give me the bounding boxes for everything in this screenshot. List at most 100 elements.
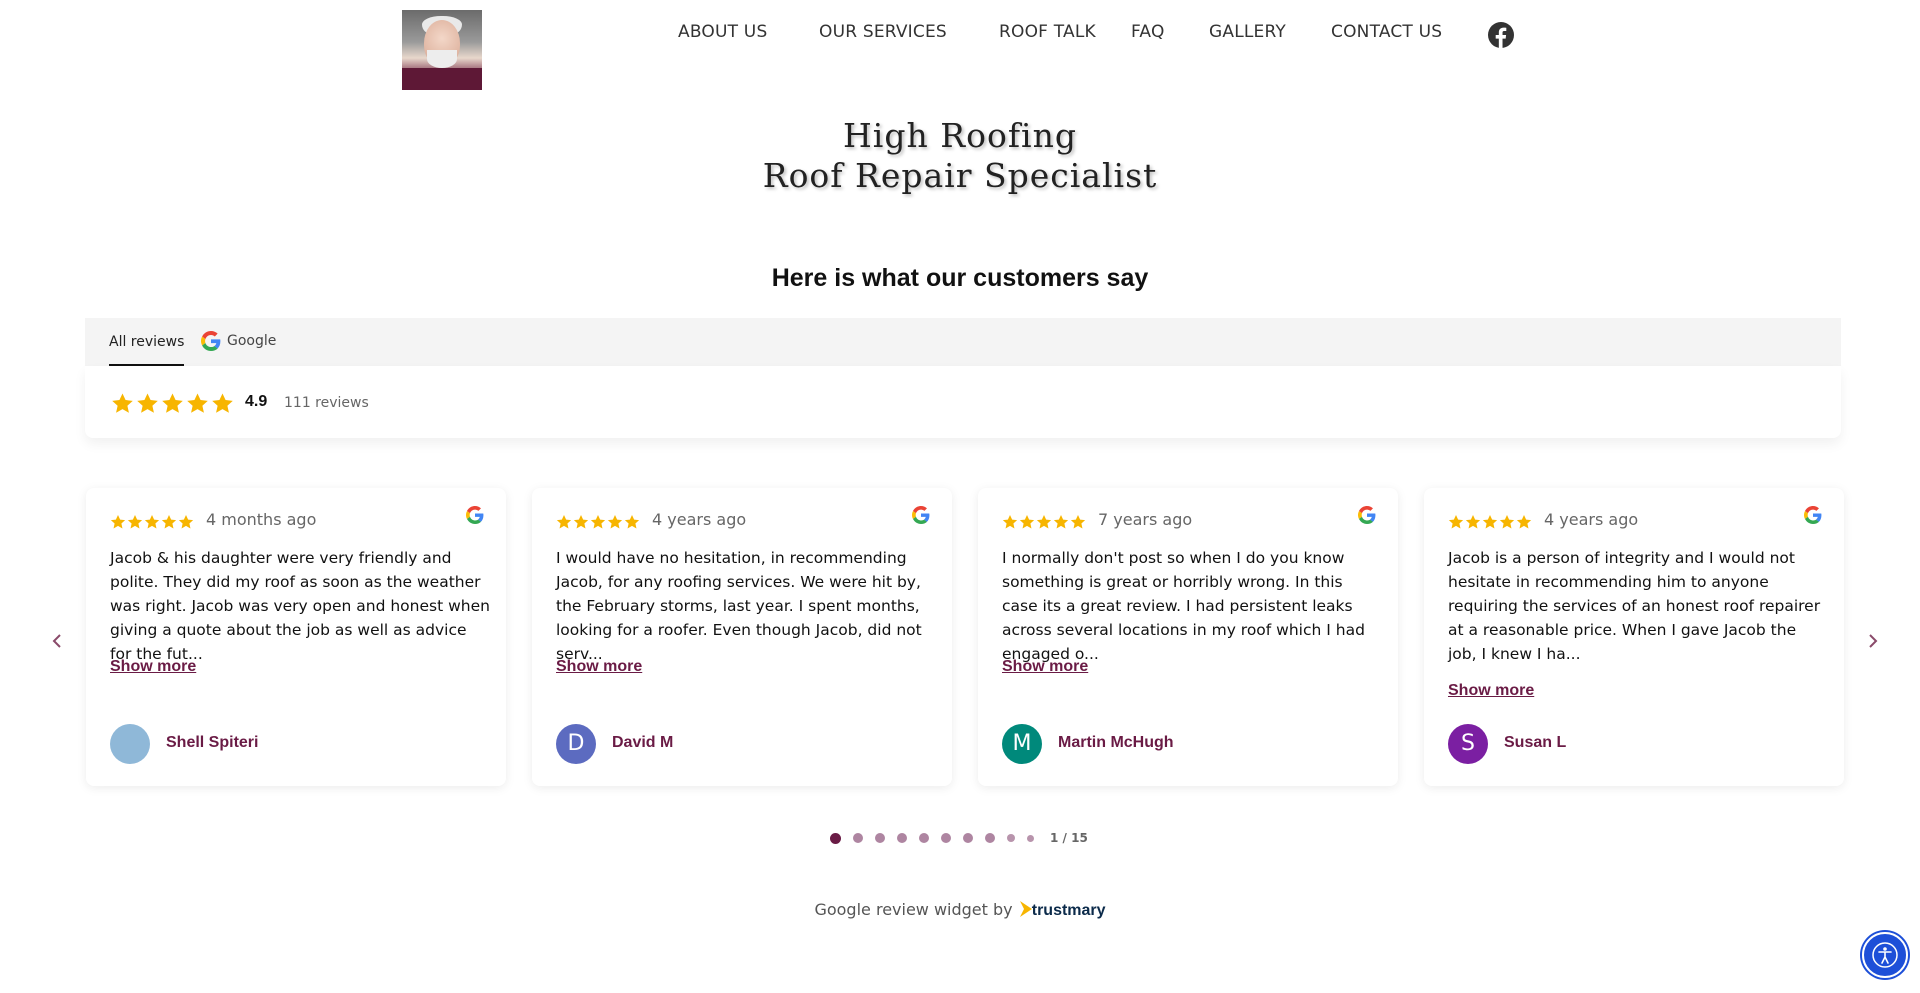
credit-brand: trustmary	[1031, 902, 1106, 919]
star-icon	[556, 515, 572, 529]
pager-dot[interactable]	[919, 833, 929, 843]
review-stars	[556, 514, 640, 530]
star-icon	[1448, 515, 1464, 529]
reviewer-name[interactable]: Shell Spiteri	[166, 734, 258, 752]
review-stars	[110, 514, 194, 530]
pager-dot[interactable]	[853, 833, 863, 843]
review-text: Jacob is a person of integrity and I wou…	[1448, 549, 1821, 663]
logo-shirt	[402, 68, 482, 90]
pager-dot[interactable]	[1007, 834, 1015, 842]
review-card: 4 years ago I would have no hesitation, i…	[532, 488, 952, 786]
star-icon	[1053, 515, 1069, 529]
logo-beard	[427, 50, 457, 68]
review-stars	[1448, 514, 1532, 530]
nav-about-us[interactable]: ABOUT US	[678, 22, 767, 42]
pager-dot[interactable]	[897, 833, 907, 843]
google-icon	[912, 506, 930, 524]
star-icon	[187, 393, 208, 413]
review-count: 111 reviews	[284, 395, 369, 411]
show-more-link[interactable]: Show more	[110, 658, 196, 676]
accessibility-icon	[1872, 942, 1898, 968]
star-icon	[1019, 515, 1035, 529]
google-icon	[466, 506, 484, 524]
star-icon	[212, 393, 233, 413]
star-icon	[590, 515, 606, 529]
star-icon	[178, 515, 194, 529]
nav-faq[interactable]: FAQ	[1131, 22, 1165, 42]
review-time: 4 years ago	[652, 510, 747, 529]
chevron-left-icon[interactable]	[48, 628, 66, 654]
tab-google-label: Google	[227, 333, 277, 349]
show-more-link[interactable]: Show more	[556, 658, 642, 676]
pager-dot[interactable]	[963, 833, 973, 843]
review-card: 4 months ago Jacob & his daughter were ve…	[86, 488, 506, 786]
star-icon	[161, 515, 177, 529]
google-icon	[1358, 506, 1376, 524]
star-icon	[624, 515, 640, 529]
star-icon	[607, 515, 623, 529]
reviewer-avatar	[110, 724, 150, 764]
reviewer-name[interactable]: David M	[612, 734, 673, 752]
reviewer-name[interactable]: Martin McHugh	[1058, 734, 1174, 752]
reviewer-avatar: M	[1002, 724, 1042, 764]
star-icon	[162, 393, 183, 413]
nav-contact-us[interactable]: CONTACT US	[1331, 22, 1442, 42]
star-icon	[112, 393, 133, 413]
star-icon	[1516, 515, 1532, 529]
review-time: 4 years ago	[1544, 510, 1639, 529]
site-title: High Roofing Roof Repair Specialist	[0, 116, 1920, 196]
star-icon	[1002, 515, 1018, 529]
accessibility-button[interactable]	[1862, 932, 1908, 978]
google-icon	[1804, 506, 1822, 524]
nav-our-services[interactable]: OUR SERVICES	[819, 22, 947, 42]
star-icon	[1036, 515, 1052, 529]
summary-stars	[111, 392, 234, 415]
average-rating: 4.9	[245, 393, 268, 410]
credit-prefix: Google review widget by	[814, 900, 1013, 919]
pager-dot[interactable]	[1027, 834, 1034, 842]
review-time: 4 months ago	[206, 510, 317, 529]
pager-label: 1 / 15	[1050, 831, 1088, 845]
review-tabs: All reviews Google	[85, 318, 1841, 366]
nav-roof-talk[interactable]: ROOF TALK	[999, 22, 1096, 42]
reviewer-avatar: S	[1448, 724, 1488, 764]
reviewer-avatar: D	[556, 724, 596, 764]
rating-summary: 4.9 111 reviews	[85, 366, 1841, 438]
star-icon	[573, 515, 589, 529]
pager-dot-active[interactable]	[830, 832, 841, 844]
chevron-right-icon[interactable]	[1864, 628, 1882, 654]
widget-credit[interactable]: Google review widget by trustmary	[0, 900, 1920, 920]
star-icon	[1499, 515, 1515, 529]
tab-all-reviews[interactable]: All reviews	[109, 318, 185, 366]
star-icon	[1465, 515, 1481, 529]
star-icon	[1482, 515, 1498, 529]
review-text: I normally don't post so when I do you k…	[1002, 549, 1365, 663]
facebook-icon[interactable]	[1488, 22, 1514, 48]
review-text: I would have no hesitation, in recommend…	[556, 549, 922, 663]
star-icon	[144, 515, 160, 529]
reviewer-name[interactable]: Susan L	[1504, 734, 1566, 752]
pager-dots: 1 / 15	[830, 830, 1088, 846]
star-icon	[110, 515, 126, 529]
review-card: 4 years ago Jacob is a person of integrit…	[1424, 488, 1844, 786]
review-card: 7 years ago I normally don't post so when…	[978, 488, 1398, 786]
pager-dot[interactable]	[985, 833, 995, 843]
star-icon	[137, 393, 158, 413]
pager-dot[interactable]	[875, 833, 885, 843]
reviews-heading: Here is what our customers say	[771, 264, 1149, 292]
google-icon	[201, 331, 221, 351]
nav-gallery[interactable]: GALLERY	[1209, 22, 1286, 42]
review-stars	[1002, 514, 1086, 530]
review-text: Jacob & his daughter were very friendly …	[110, 549, 490, 663]
show-more-link[interactable]: Show more	[1448, 682, 1534, 700]
star-icon	[1070, 515, 1086, 529]
star-icon	[127, 515, 143, 529]
review-time: 7 years ago	[1098, 510, 1193, 529]
tab-google[interactable]: Google	[201, 318, 276, 364]
logo-photo[interactable]	[402, 10, 482, 90]
site-title-line1: High Roofing	[843, 116, 1077, 155]
show-more-link[interactable]: Show more	[1002, 658, 1088, 676]
trustmary-logo-icon	[1019, 901, 1032, 917]
pager-dot[interactable]	[941, 833, 951, 843]
site-title-line2: Roof Repair Specialist	[762, 156, 1158, 195]
